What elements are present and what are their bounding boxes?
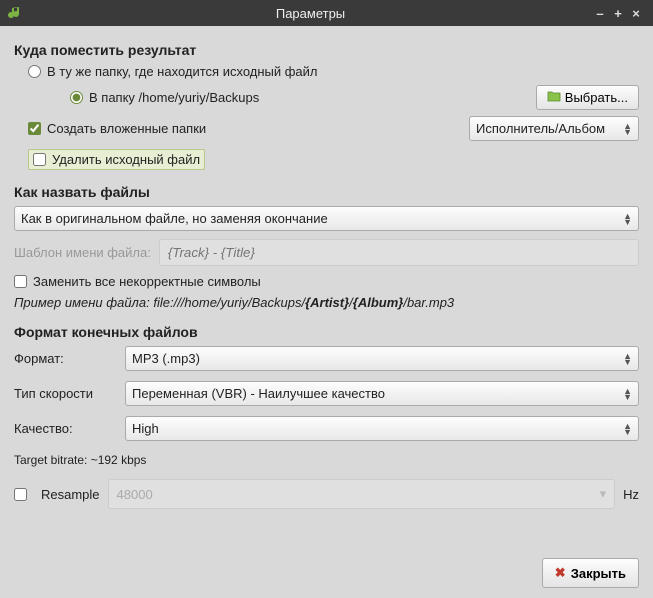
choose-folder-button[interactable]: Выбрать... [536, 85, 639, 110]
into-folder-option[interactable]: В папку /home/yuriy/Backups [70, 90, 259, 105]
combo-arrows-icon: ▲▼ [623, 423, 632, 435]
placement-section-title: Куда поместить результат [14, 42, 639, 58]
hz-label: Hz [623, 487, 639, 502]
replace-bad-option[interactable]: Заменить все некорректные символы [14, 274, 639, 289]
delete-original-option[interactable]: Удалить исходный файл [28, 149, 205, 170]
combo-arrows-icon: ▲▼ [623, 353, 632, 365]
format-combo[interactable]: MP3 (.mp3) ▲▼ [125, 346, 639, 371]
target-bitrate-text: Target bitrate: ~192 kbps [14, 453, 639, 467]
combo-arrows-icon: ▲▼ [623, 388, 632, 400]
same-folder-option[interactable]: В ту же папку, где находится исходный фа… [28, 64, 639, 79]
maximize-button[interactable]: + [609, 6, 627, 21]
format-value: MP3 (.mp3) [132, 351, 200, 366]
pattern-label: Шаблон имени файла: [14, 245, 151, 260]
delete-original-label: Удалить исходный файл [52, 152, 200, 167]
same-folder-label: В ту же папку, где находится исходный фа… [47, 64, 318, 79]
same-folder-radio[interactable] [28, 65, 41, 78]
folder-icon [547, 90, 561, 105]
delete-original-checkbox[interactable] [33, 153, 46, 166]
naming-pattern-value: Как в оригинальном файле, но заменяя око… [21, 211, 328, 226]
quality-label: Качество: [14, 421, 119, 436]
subfolder-pattern-value: Исполнитель/Альбом [476, 121, 605, 136]
naming-pattern-combo[interactable]: Как в оригинальном файле, но заменяя око… [14, 206, 639, 231]
format-section-title: Формат конечных файлов [14, 324, 639, 340]
resample-checkbox[interactable] [14, 488, 27, 501]
resample-combo: 48000 ▾ [108, 479, 616, 509]
quality-value: High [132, 421, 159, 436]
bitrate-type-value: Переменная (VBR) - Наилучшее качество [132, 386, 385, 401]
window-title: Параметры [30, 6, 591, 21]
into-folder-label: В папку /home/yuriy/Backups [89, 90, 259, 105]
combo-arrows-icon: ▲▼ [623, 213, 632, 225]
app-icon [8, 5, 24, 21]
titlebar: Параметры – + × [0, 0, 653, 26]
replace-bad-checkbox[interactable] [14, 275, 27, 288]
combo-arrows-icon: ▲▼ [623, 123, 632, 135]
resample-label: Resample [41, 487, 100, 502]
minimize-button[interactable]: – [591, 6, 609, 21]
chevron-down-icon: ▾ [600, 486, 607, 502]
bitrate-type-label: Тип скорости [14, 386, 119, 401]
into-folder-radio[interactable] [70, 91, 83, 104]
quality-combo[interactable]: High ▲▼ [125, 416, 639, 441]
pattern-input [159, 239, 639, 266]
subfolder-pattern-combo[interactable]: Исполнитель/Альбом ▲▼ [469, 116, 639, 141]
close-icon: ✖ [555, 565, 566, 581]
close-window-button[interactable]: × [627, 6, 645, 21]
close-button[interactable]: ✖ Закрыть [542, 558, 639, 588]
resample-value: 48000 [117, 487, 153, 502]
choose-folder-label: Выбрать... [565, 90, 628, 105]
create-subfolders-checkbox[interactable] [28, 122, 41, 135]
bitrate-type-combo[interactable]: Переменная (VBR) - Наилучшее качество ▲▼ [125, 381, 639, 406]
naming-section-title: Как назвать файлы [14, 184, 639, 200]
format-label: Формат: [14, 351, 119, 366]
close-button-label: Закрыть [571, 566, 626, 581]
create-subfolders-label: Создать вложенные папки [47, 121, 206, 136]
replace-bad-label: Заменить все некорректные символы [33, 274, 261, 289]
filename-example: Пример имени файла: file:///home/yuriy/B… [14, 295, 639, 310]
create-subfolders-option[interactable]: Создать вложенные папки [28, 121, 206, 136]
